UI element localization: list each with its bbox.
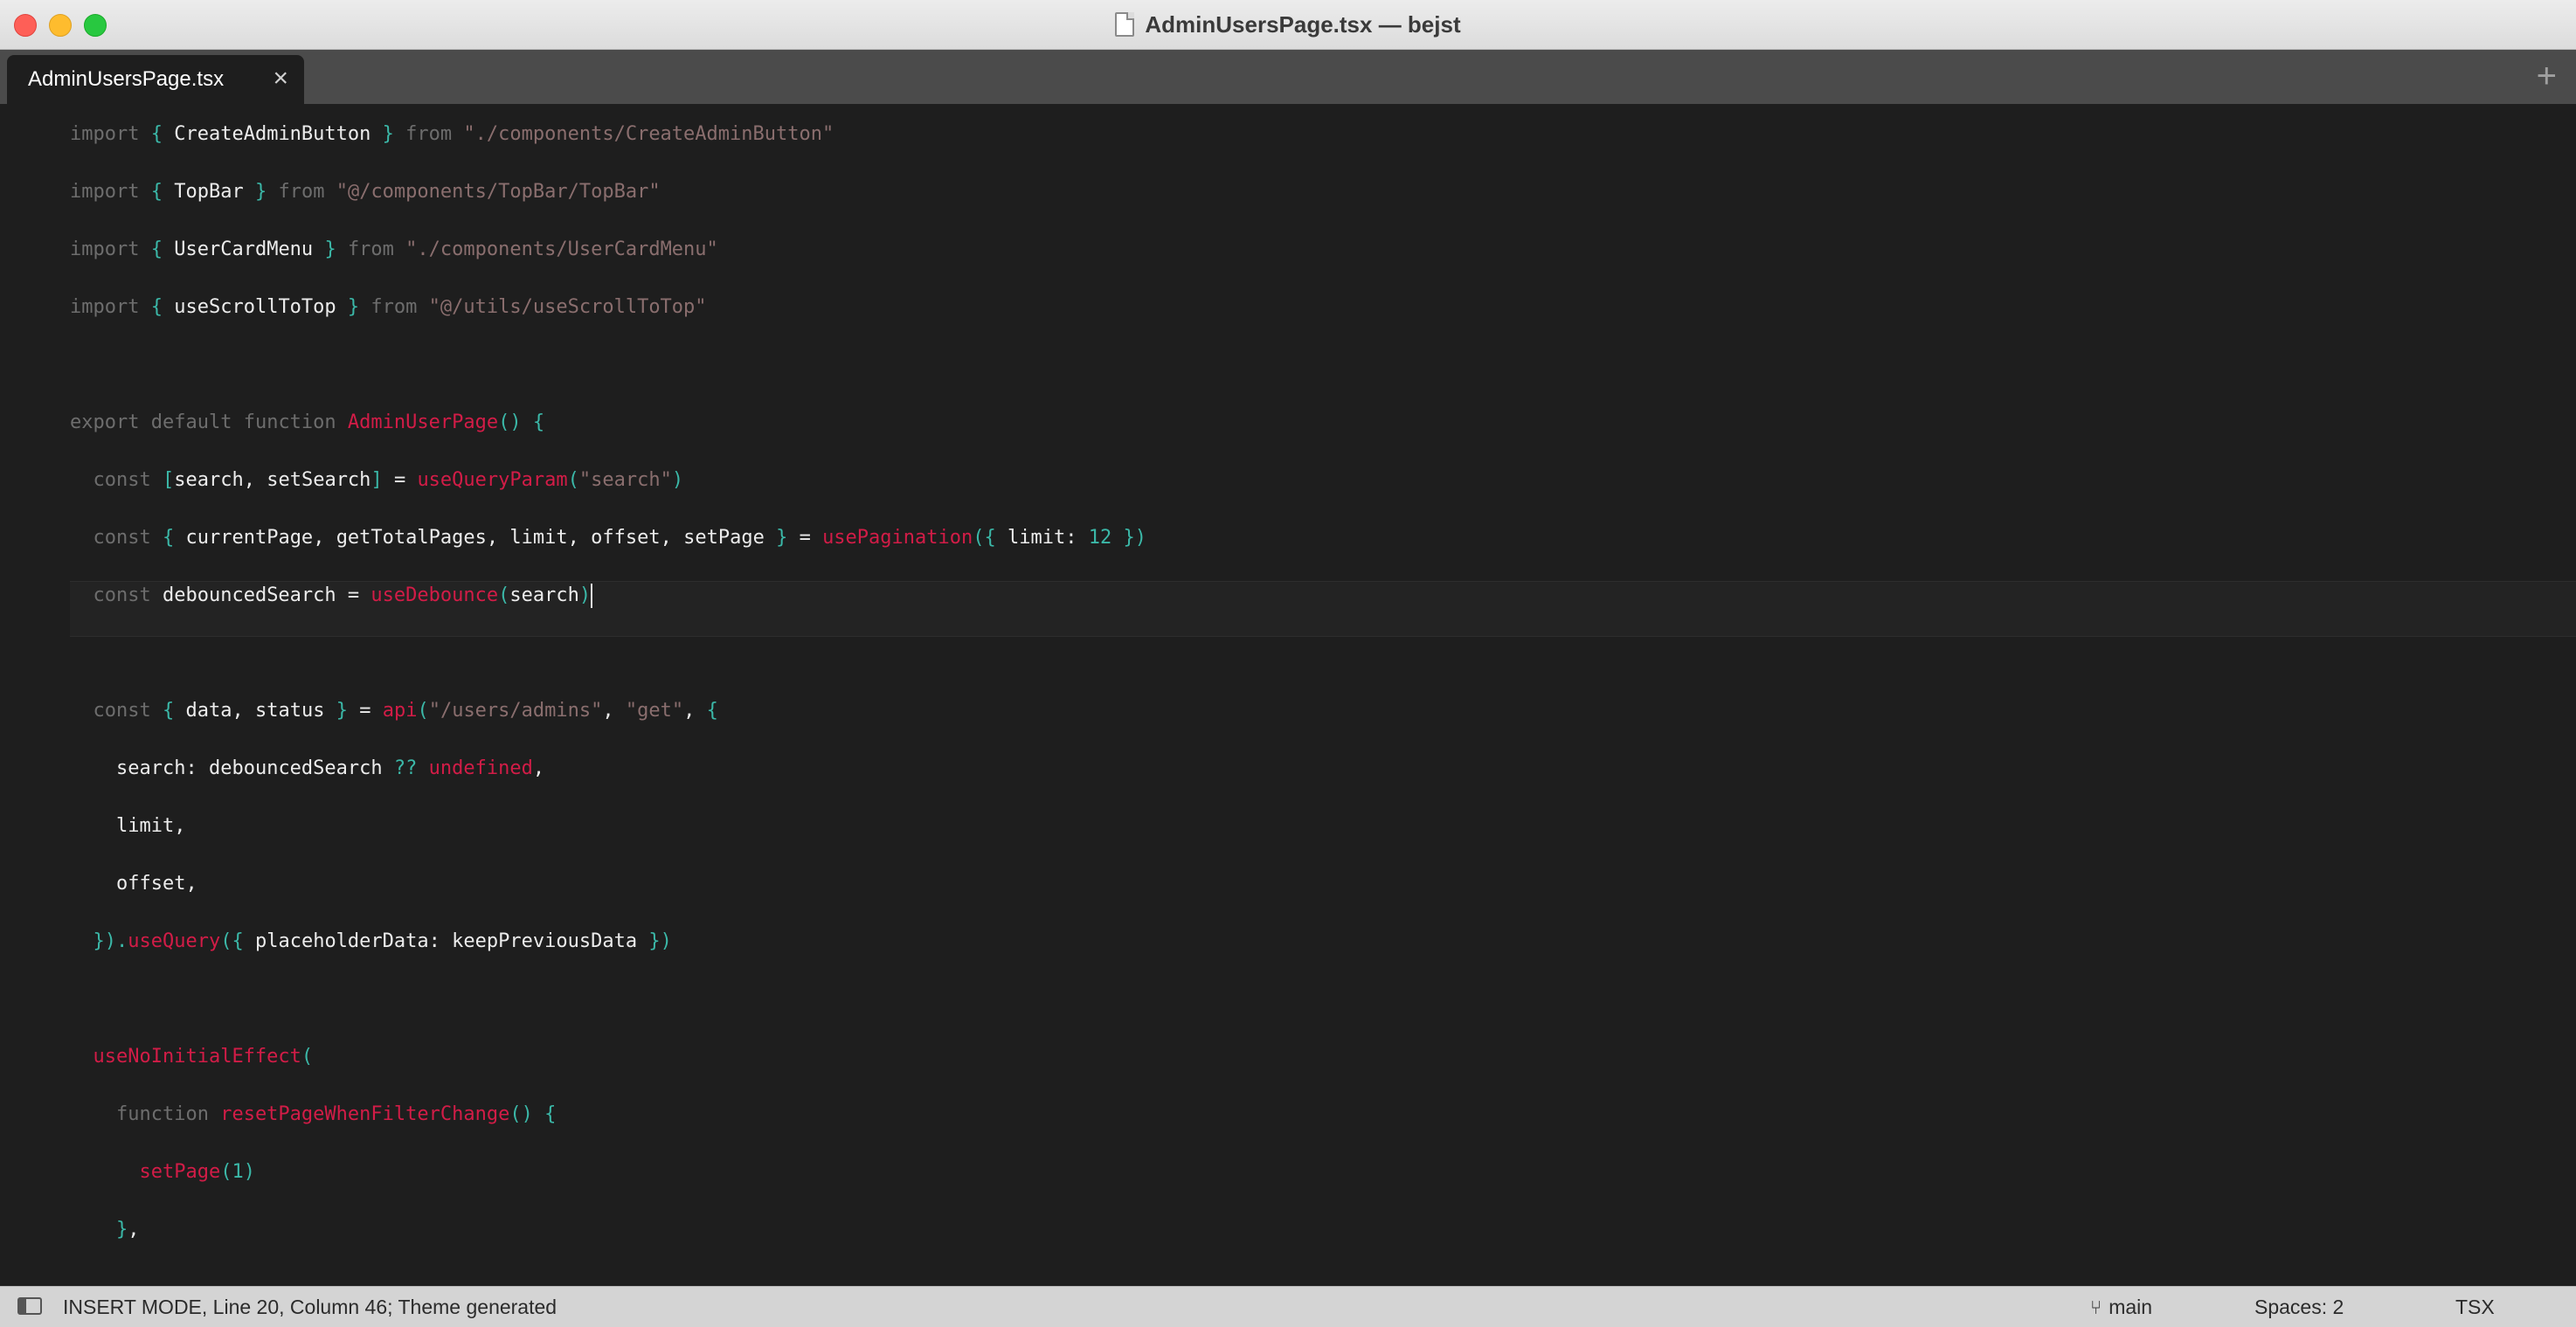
code-line: setPage(1)	[139, 1161, 255, 1183]
code-line: import { TopBar } from "@/components/Top…	[70, 181, 661, 203]
indentation-setting[interactable]: Spaces: 2	[2254, 1296, 2344, 1319]
code-line: const { data, status } = api("/users/adm…	[93, 700, 718, 722]
code-line: search: debouncedSearch ?? undefined,	[115, 757, 545, 779]
status-mode-text: INSERT MODE, Line 20, Column 46; Theme g…	[63, 1296, 557, 1318]
code-line: export default function AdminUserPage() …	[70, 411, 545, 433]
text-cursor	[591, 584, 593, 608]
title-bar: AdminUsersPage.tsx — bejst	[0, 0, 2576, 50]
close-tab-icon[interactable]: ×	[273, 66, 288, 92]
code-line: }).useQuery({ placeholderData: keepPrevi…	[93, 930, 672, 952]
code-line: const { currentPage, getTotalPages, limi…	[93, 527, 1146, 549]
git-branch[interactable]: ⑂ main	[2090, 1296, 2152, 1319]
code-line: },	[115, 1219, 140, 1241]
code-line: limit,	[115, 815, 186, 837]
window-title: AdminUsersPage.tsx — bejst	[1145, 10, 1461, 38]
code-line: import { useScrollToTop } from "@/utils/…	[70, 296, 707, 318]
code-line: import { UserCardMenu } from "./componen…	[70, 238, 718, 260]
new-tab-button[interactable]: +	[2537, 59, 2557, 93]
code-line: const debouncedSearch = useDebounce(sear…	[93, 584, 593, 608]
code-editor[interactable]: import { CreateAdminButton } from "./com…	[0, 104, 2576, 1286]
code-line: useNoInitialEffect(	[93, 1046, 314, 1068]
tab-admin-users-page[interactable]: AdminUsersPage.tsx ×	[7, 55, 304, 104]
code-line: offset,	[115, 873, 197, 895]
sidebar-toggle-icon[interactable]	[17, 1297, 42, 1315]
git-branch-icon: ⑂	[2090, 1296, 2102, 1318]
status-bar: INSERT MODE, Line 20, Column 46; Theme g…	[0, 1286, 2576, 1327]
code-line: function resetPageWhenFilterChange() {	[115, 1103, 557, 1125]
syntax-selector[interactable]: TSX	[2455, 1296, 2495, 1319]
code-line: const [search, setSearch] = useQueryPara…	[93, 469, 684, 491]
window-title-group: AdminUsersPage.tsx — bejst	[0, 0, 2576, 49]
document-icon	[1115, 12, 1135, 37]
branch-name: main	[2109, 1296, 2153, 1318]
tab-label: AdminUsersPage.tsx	[28, 67, 225, 91]
tab-bar: AdminUsersPage.tsx × +	[0, 50, 2576, 104]
code-line: import { CreateAdminButton } from "./com…	[70, 123, 834, 145]
